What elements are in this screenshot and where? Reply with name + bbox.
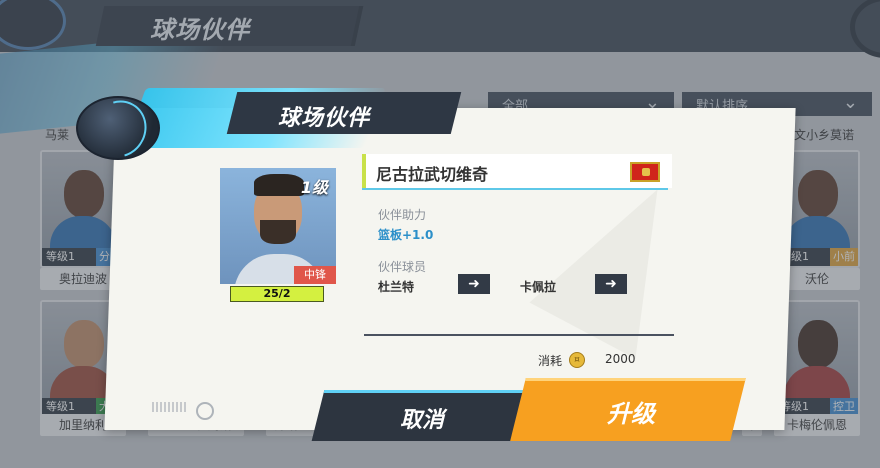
arrow-right-icon: ➜ (458, 274, 490, 294)
partner-name: 卡佩拉 (520, 280, 557, 294)
player-level: 1级 (300, 178, 328, 197)
player-beard (260, 220, 296, 244)
player-portrait-card: 1级 中锋 (220, 168, 336, 284)
assist-value: 篮板+1.0 (378, 228, 434, 242)
cancel-button-label[interactable]: 取消 (400, 402, 444, 434)
montenegro-flag-icon (630, 162, 660, 182)
cost-label: 消耗 (538, 354, 563, 368)
coin-icon: ¤ (569, 352, 585, 368)
rating-logo-icon (196, 402, 214, 420)
partner-label: 伙伴球员 (378, 260, 427, 274)
cost-value: 2000 (605, 352, 636, 366)
arrow-right-icon: ➜ (595, 274, 627, 294)
player-position-badge: 中锋 (294, 266, 336, 284)
partner-name: 杜兰特 (378, 280, 415, 294)
name-underline (362, 188, 668, 190)
divider (364, 334, 674, 336)
player-hair (254, 174, 304, 196)
publisher-logo (152, 402, 186, 412)
dialog-title: 球场伙伴 (278, 106, 371, 131)
upgrade-button-label[interactable]: 升级 (607, 394, 655, 429)
card-progress-bar: 25/2 (230, 286, 324, 302)
player-name: 尼古拉武切维奇 (376, 165, 489, 184)
assist-label: 伙伴助力 (378, 208, 427, 222)
